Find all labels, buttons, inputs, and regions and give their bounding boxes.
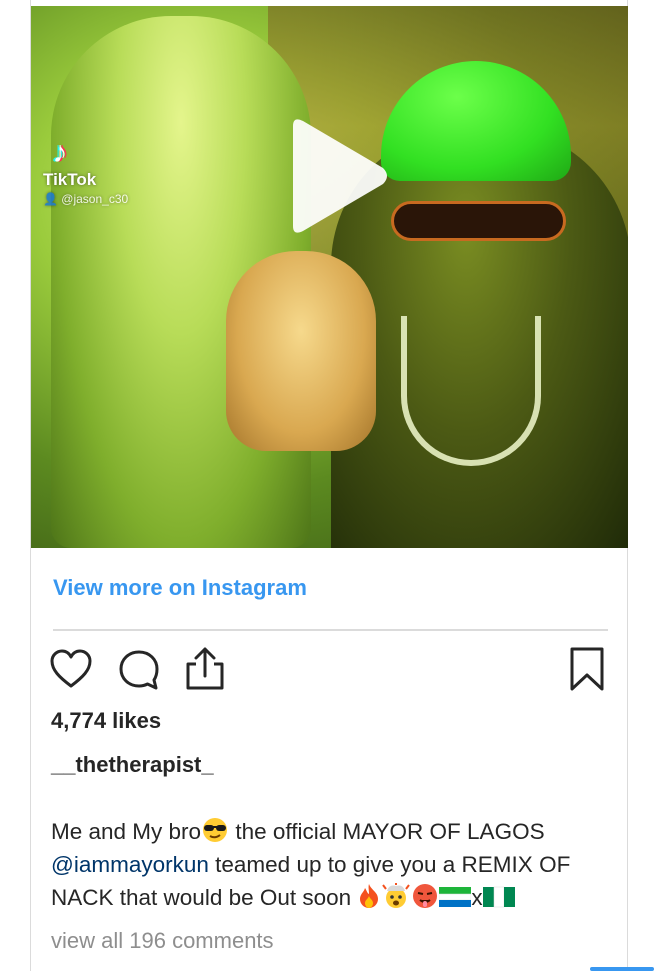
- tiktok-logo-icon: ♪: [52, 136, 68, 169]
- divider: [53, 629, 608, 631]
- video-thumbnail[interactable]: ♪ TikTok 👤 @jason_c30: [31, 6, 628, 548]
- chain-necklace: [401, 316, 541, 466]
- nigeria-flag-icon: [482, 886, 515, 908]
- comment-bubble-icon: [119, 650, 159, 690]
- raised-hand: [226, 251, 376, 451]
- save-button[interactable]: [567, 646, 607, 692]
- bookmark-icon: [570, 647, 604, 691]
- sunglasses: [391, 201, 566, 241]
- play-icon: [293, 119, 387, 233]
- share-button[interactable]: [183, 645, 227, 691]
- comment-button[interactable]: [117, 648, 161, 692]
- fire-emoji-icon: [360, 884, 379, 908]
- caption-between-flags: x: [471, 885, 483, 910]
- view-all-comments-link[interactable]: view all 196 comments: [51, 928, 274, 954]
- caption-text-2: the official MAYOR OF LAGOS: [229, 819, 545, 844]
- instagram-embed-card: ♪ TikTok 👤 @jason_c30 View more on Insta…: [30, 0, 628, 971]
- scroll-indicator: [590, 967, 654, 971]
- heart-icon: [50, 649, 92, 688]
- view-more-on-instagram-link[interactable]: View more on Instagram: [53, 575, 307, 601]
- sierra-leone-flag-icon: [439, 887, 472, 907]
- caption-text-1: Me and My bro: [51, 819, 202, 844]
- exploding-head-emoji-icon: [382, 883, 411, 908]
- tiktok-handle: 👤 @jason_c30: [43, 192, 129, 206]
- tiktok-watermark: ♪ TikTok 👤 @jason_c30: [43, 136, 128, 206]
- like-button[interactable]: [49, 648, 93, 690]
- post-username[interactable]: __thetherapist_: [51, 752, 214, 778]
- post-caption: Me and My bro the official MAYOR OF LAGO…: [51, 815, 621, 914]
- tiktok-handle-text: @jason_c30: [61, 192, 129, 206]
- play-button[interactable]: [279, 116, 391, 236]
- likes-count: 4,774 likes: [51, 708, 162, 733]
- share-icon: [186, 647, 224, 690]
- caption-mention-link[interactable]: @iammayorkun: [51, 852, 209, 877]
- tiktok-brand-text: TikTok: [43, 170, 97, 189]
- hot-face-emoji-icon: [413, 884, 438, 908]
- sunglasses-emoji-icon: [203, 818, 228, 842]
